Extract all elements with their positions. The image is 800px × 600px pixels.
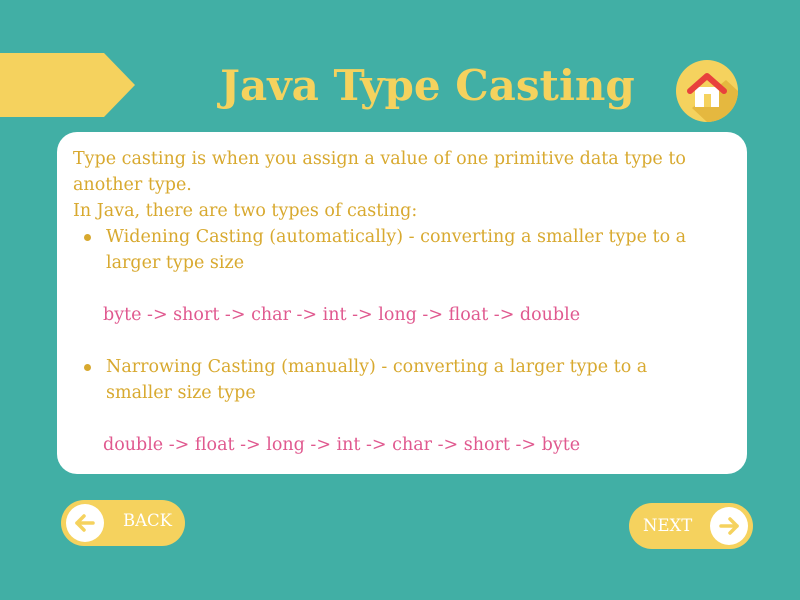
list-item-line: smaller size type [106,383,256,403]
arrow-left-icon [66,504,104,542]
intro-line: In Java, there are two types of casting: [73,201,418,221]
back-button-label: BACK [123,511,172,530]
bullet-dot [84,234,91,241]
next-button[interactable]: NEXT [629,503,753,549]
arrow-right-icon [710,507,748,545]
narrowing-example: double -> float -> long -> int -> char -… [103,435,581,455]
intro-line: another type. [73,175,192,195]
back-button[interactable]: BACK [61,500,185,546]
intro-line: Type casting is when you assign a value … [73,149,686,169]
home-button[interactable] [676,60,738,122]
list-item-line: larger type size [106,253,245,273]
list-item-narrowing: Narrowing Casting (manually) - convertin… [73,354,738,406]
home-icon [687,73,738,122]
widening-example: byte -> short -> char -> int -> long -> … [103,305,581,325]
list-item-line: Narrowing Casting (manually) - convertin… [106,357,648,377]
content-card: Type casting is when you assign a value … [57,132,747,474]
bullet-dot [84,364,91,371]
list-item-line: Widening Casting (automatically) - conve… [106,227,687,247]
list-item-widening: Widening Casting (automatically) - conve… [73,224,738,276]
next-button-label: NEXT [643,516,693,535]
content-body: Type casting is when you assign a value … [73,146,738,458]
